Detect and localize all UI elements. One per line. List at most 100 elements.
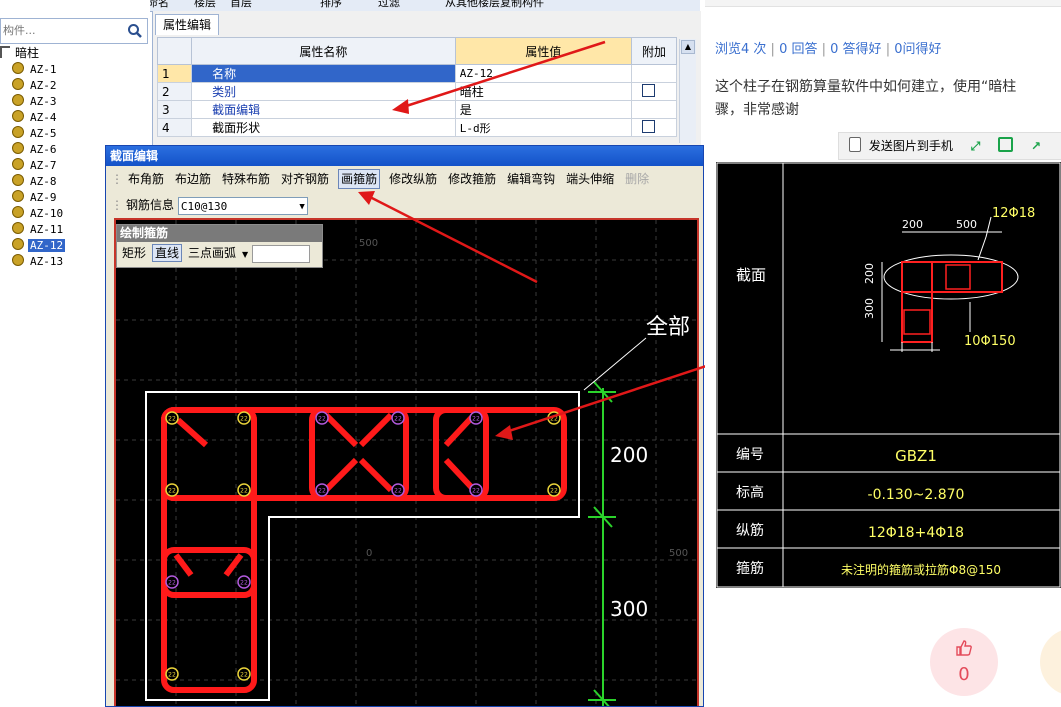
drawing-row-value-id: GBZ1	[895, 447, 937, 465]
section-tool-button[interactable]: 端头伸缩	[564, 168, 616, 190]
question-stats: 浏览4 次 | 0 回答 | 0 答得好 | 0问得好	[715, 42, 942, 57]
attr-extra-header: 附加	[630, 37, 678, 65]
tree-item[interactable]: AZ-8	[12, 174, 59, 190]
fullscreen-icon[interactable]: ⤢	[971, 139, 981, 153]
tree-root-embedded-column[interactable]: 暗柱	[0, 45, 41, 61]
section-tool-button[interactable]: 画箍筋	[338, 169, 381, 189]
attribute-row[interactable]: 2 类别 暗柱	[156, 82, 678, 101]
share-icon[interactable]: ↗	[1031, 139, 1041, 153]
rebar-point-label: 22	[168, 672, 176, 679]
tree-item-label: AZ-5	[30, 127, 57, 140]
attribute-row[interactable]: 1 名称 AZ-12	[156, 64, 678, 83]
search-input[interactable]	[3, 22, 121, 38]
option-rectangle[interactable]: 矩形	[120, 242, 148, 264]
tree-item[interactable]: AZ-6	[12, 142, 59, 158]
attribute-row[interactable]: 4 截面形状 L-d形	[156, 118, 678, 137]
answers-count[interactable]: 0 回答	[779, 42, 817, 57]
chevron-down-icon[interactable]: ▼	[242, 250, 248, 259]
draw-option-combo[interactable]	[252, 244, 311, 263]
section-tool-button[interactable]: 特殊布筋	[220, 168, 272, 190]
like-button[interactable]: 0	[930, 628, 998, 696]
tree-item[interactable]: AZ-12	[12, 238, 66, 254]
column-component-icon	[12, 110, 24, 122]
rebar-point-label: 22	[240, 672, 248, 679]
tree-item[interactable]: AZ-9	[12, 190, 59, 206]
attribute-row[interactable]: 3 截面编辑是	[156, 100, 678, 119]
drawing-svg: 截面 200 500 12Φ18 10Φ150 200 300 编号 GBZ1 …	[716, 162, 1061, 588]
section-tool-button[interactable]: 删除	[623, 168, 651, 190]
attribute-checkbox[interactable]	[641, 83, 655, 97]
attribute-scrollbar[interactable]: ▲	[679, 39, 696, 143]
tree-item-label: AZ-4	[30, 111, 57, 124]
column-component-icon	[12, 206, 24, 218]
tree-item[interactable]: AZ-13	[12, 254, 65, 270]
drawing-row-value-stirrups: 未注明的箍筋或拉筋Φ8@150	[841, 562, 1001, 577]
drawing-row-label-stirrups: 箍筋	[736, 560, 764, 577]
section-tool-button[interactable]: 布边筋	[173, 168, 213, 190]
search-box	[0, 18, 148, 44]
section-tool-button[interactable]: 编辑弯钩	[505, 168, 557, 190]
draw-stirrup-title: 绘制箍筋	[117, 225, 322, 242]
attribute-name: 类别	[191, 82, 456, 101]
filter-button[interactable]: 过滤	[378, 0, 400, 10]
section-tool-button[interactable]: 布角筋	[126, 168, 166, 190]
outer-stirrup-horizontal	[161, 407, 567, 501]
tree-item[interactable]: AZ-1	[12, 62, 59, 78]
draw-stirrup-panel: 绘制箍筋 矩形 直线 三点画弧 ▼	[116, 224, 323, 268]
column-component-icon	[12, 238, 24, 250]
like-count: 0	[958, 664, 970, 685]
column-section-outline	[145, 391, 580, 701]
section-drawing-svg[interactable]: 500 0 500 22 22 22 22 22 2222 22 22 22 22 2222 2222…	[116, 220, 699, 706]
scroll-up-icon[interactable]: ▲	[681, 40, 695, 54]
copy-from-floor-button[interactable]: 从其他楼层复制构件	[445, 0, 544, 10]
rebar-info-select[interactable]: C10@130 ▼	[177, 196, 308, 215]
tree-item-label: AZ-8	[30, 175, 57, 188]
search-icon[interactable]	[126, 22, 144, 40]
column-component-icon	[12, 158, 24, 170]
tree-item[interactable]: AZ-4	[12, 110, 59, 126]
section-drawing-canvas[interactable]: 500 0 500 22 22 22 22 22 22 22 22 22 22 22 22 22 22 22…	[114, 218, 699, 706]
draw-stirrup-options: 矩形 直线 三点画弧 ▼	[117, 242, 322, 264]
chevron-down-icon: ▼	[299, 201, 305, 212]
option-line[interactable]: 直线	[152, 244, 183, 262]
section-tool-button[interactable]: 修改纵筋	[387, 168, 439, 190]
tree-item[interactable]: AZ-11	[12, 222, 65, 238]
helpful-count: 0问得好	[894, 42, 942, 57]
attribute-value[interactable]: AZ-12	[454, 64, 632, 83]
floor-select[interactable]: 首层	[230, 0, 252, 10]
image-action-bar: 发送图片到手机 ⤢ ↗	[838, 132, 1061, 160]
tree-item-label: AZ-10	[30, 207, 64, 220]
save-icon[interactable]	[998, 137, 1014, 152]
attribute-value[interactable]: 是	[454, 100, 632, 119]
tree-item[interactable]: AZ-3	[12, 94, 59, 110]
question-line-1: 这个柱子在钢筋算量软件中如何建立，使用“暗柱	[715, 79, 1017, 95]
sort-button[interactable]: 排序	[320, 0, 342, 10]
attr-value-header: 属性值	[454, 37, 632, 65]
attribute-value[interactable]: L-d形	[454, 118, 632, 137]
tree-item[interactable]: AZ-10	[12, 206, 65, 222]
rebar-point-label: 22	[168, 416, 176, 423]
tree-item[interactable]: AZ-2	[12, 78, 59, 94]
rebar-point-label: 22	[240, 580, 248, 587]
rebar-points: 22 22 22 22 22 22 22 22 22 22 22 22 22 22 22 22	[165, 411, 561, 681]
option-three-point-arc[interactable]: 三点画弧	[186, 242, 238, 264]
tree-item-label: AZ-7	[30, 159, 57, 172]
rebar-point-label: 22	[318, 488, 326, 495]
send-to-phone-button[interactable]: 发送图片到手机	[869, 139, 953, 153]
tree-item[interactable]: AZ-7	[12, 158, 59, 174]
column-component-icon	[12, 142, 24, 154]
tab-attribute-editor[interactable]: 属性编辑	[155, 14, 219, 35]
section-tool-button[interactable]: 对齐钢筋	[279, 168, 331, 190]
section-tool-button[interactable]: 修改箍筋	[446, 168, 498, 190]
attribute-checkbox[interactable]	[641, 119, 655, 133]
attribute-value[interactable]: 暗柱	[454, 82, 632, 101]
question-drawing-image[interactable]: 截面 200 500 12Φ18 10Φ150 200 300 编号 GBZ1 …	[716, 162, 1061, 588]
row-number-header	[156, 37, 193, 65]
column-component-icon	[12, 62, 24, 74]
column-component-icon	[12, 174, 24, 186]
attribute-extra	[630, 118, 678, 137]
tree-item[interactable]: AZ-5	[12, 126, 59, 142]
attribute-name: 截面形状	[191, 118, 456, 137]
attr-name-header: 属性名称	[191, 37, 456, 65]
drawing-long-bars: 12Φ18	[992, 206, 1035, 221]
